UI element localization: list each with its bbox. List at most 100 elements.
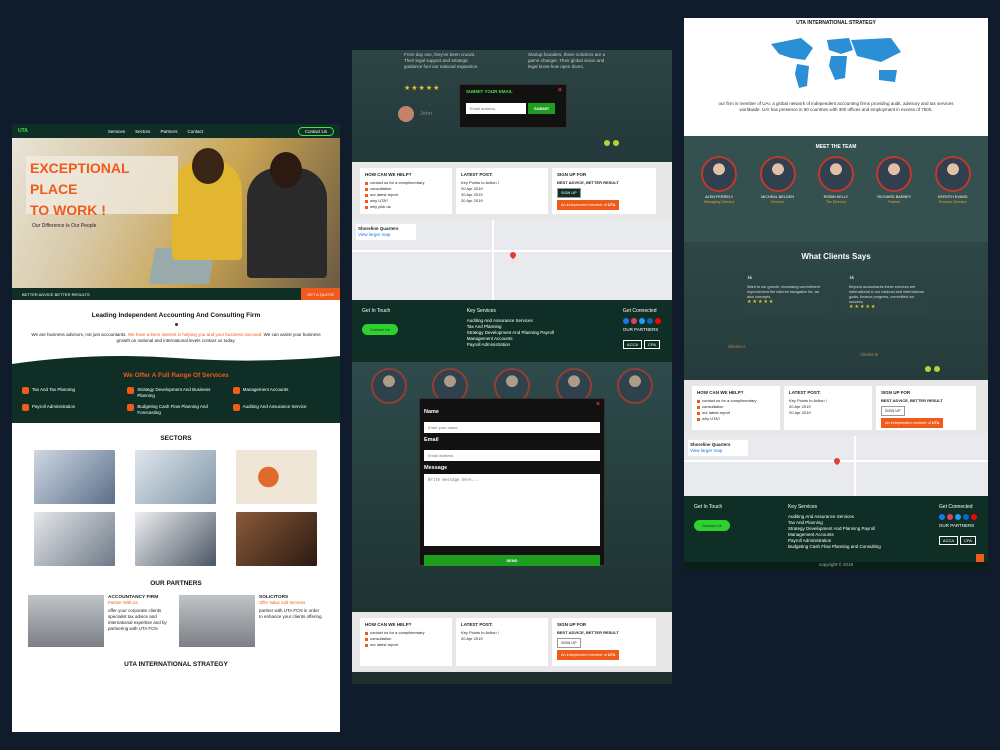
team-row: ALEN FERRELY Managing Director MICHEAL BE… bbox=[684, 150, 988, 211]
strategy-icon bbox=[127, 387, 135, 394]
help-box: HOW CAN WE HELP? contact us for a compli… bbox=[692, 386, 780, 430]
team-member[interactable]: MICHEAL BELDEN Director bbox=[759, 156, 796, 205]
partner-solicitors[interactable]: SOLICITORS Offer Value Add Services part… bbox=[179, 595, 324, 647]
signup-title: SIGN UP FOR bbox=[557, 622, 587, 627]
footer-touch-title: Get In Touch bbox=[362, 308, 391, 314]
client-quote: ❝ Want to our growth, increasing commitme… bbox=[741, 271, 829, 316]
help-item[interactable]: why UTA? bbox=[697, 416, 775, 422]
footer-contact-button[interactable]: Contact Us bbox=[694, 520, 730, 531]
team-member[interactable]: ROBIN KELLY Tax Director bbox=[817, 156, 854, 205]
close-icon[interactable]: × bbox=[596, 401, 600, 408]
signup-title: SIGN UP FOR bbox=[557, 172, 587, 177]
map-pin-icon[interactable] bbox=[832, 456, 842, 466]
footer-touch-title: Get In Touch bbox=[694, 504, 723, 510]
intro-divider bbox=[174, 323, 178, 326]
get-quote-button[interactable]: GET A QUOTE bbox=[301, 288, 340, 300]
sector-photo-gears[interactable] bbox=[236, 450, 317, 504]
service-budgeting[interactable]: Budgeting Cash Flow Planning And Forecas… bbox=[127, 404, 224, 415]
team-member[interactable]: RICHARD BARNEY Partner bbox=[876, 156, 913, 205]
partners-heading: OUR PARTNERS bbox=[150, 580, 202, 587]
strip-text: BETTER ADVICE BETTER RESULTS bbox=[22, 291, 90, 297]
post-item[interactable]: 20 Apr 2019 bbox=[461, 198, 543, 204]
footer-link[interactable]: Budgeting Cash Flow Planning and Consult… bbox=[788, 544, 881, 550]
avatar bbox=[876, 156, 913, 192]
team-member[interactable]: ALEN FERRELY Managing Director bbox=[701, 156, 738, 205]
signup-button[interactable]: SIGN UP bbox=[881, 406, 905, 416]
twitter-icon[interactable] bbox=[638, 318, 645, 324]
nav-contact-button[interactable]: Contact Us bbox=[297, 126, 334, 136]
slider-arrows[interactable] bbox=[604, 140, 619, 146]
team-member bbox=[370, 368, 407, 407]
sector-photo-handshake[interactable] bbox=[34, 512, 115, 566]
hero-text-box: EXCEPTIONAL PLACE TO WORK ! Our Differenc… bbox=[26, 156, 178, 229]
twitter-icon[interactable] bbox=[954, 514, 961, 520]
services-section: We Offer A Full Range Of Services Tax An… bbox=[12, 364, 340, 423]
sector-photo-business[interactable] bbox=[34, 450, 115, 504]
hero-strip: BETTER ADVICE BETTER RESULTS GET A QUOTE bbox=[12, 288, 340, 300]
facebook-icon[interactable] bbox=[622, 318, 629, 324]
partner-photo bbox=[179, 595, 255, 647]
intl-heading: UTA INTERNATIONAL STRATEGY bbox=[796, 20, 876, 26]
facebook-icon[interactable] bbox=[938, 514, 945, 520]
email-input[interactable] bbox=[424, 450, 600, 461]
service-management[interactable]: Management Accounts bbox=[232, 387, 330, 398]
message-textarea[interactable] bbox=[424, 474, 600, 546]
instagram-icon[interactable] bbox=[630, 318, 637, 324]
sector-photo-meeting[interactable] bbox=[135, 512, 216, 566]
avatar bbox=[934, 156, 971, 192]
team-section: MEET THE TEAM ALEN FERRELY Managing Direc… bbox=[684, 136, 988, 242]
social-icons bbox=[622, 318, 662, 324]
signup-subtitle: BEST ADVICE, BETTER RESULT bbox=[557, 180, 619, 185]
help-item[interactable]: our latest report bbox=[365, 642, 447, 648]
instagram-icon[interactable] bbox=[946, 514, 953, 520]
service-tax[interactable]: Tax And Tax Planning bbox=[22, 387, 119, 398]
service-auditing[interactable]: Auditing And Assurance Service bbox=[232, 404, 330, 415]
intl-heading-bottom: UTA INTERNATIONAL STRATEGY bbox=[124, 661, 228, 668]
partners-section: OUR PARTNERS ACCOUNTANCY FIRM Partner Wi… bbox=[12, 570, 340, 647]
youtube-icon[interactable] bbox=[654, 318, 661, 324]
nav-sectors[interactable]: Sectors bbox=[135, 129, 150, 134]
signup-button[interactable]: SIGN UP bbox=[557, 638, 581, 648]
partner-accountancy[interactable]: ACCOUNTANCY FIRM Partner With Us offer y… bbox=[28, 595, 173, 647]
signup-title: SIGN UP FOR bbox=[881, 390, 911, 395]
nav-contact[interactable]: Contact bbox=[187, 129, 203, 134]
quote-icon: ❝ bbox=[849, 275, 855, 286]
post-item[interactable]: 20 Apr 2019 bbox=[461, 636, 543, 642]
footer-key-title: Key Services bbox=[787, 504, 818, 510]
client-author: Clients A bbox=[728, 344, 746, 349]
map-pin-icon[interactable] bbox=[508, 250, 518, 260]
signup-button[interactable]: SIGN UP bbox=[557, 188, 581, 198]
service-payroll[interactable]: Payroll Administration bbox=[22, 404, 119, 415]
team-member[interactable]: KEROTH EVANS Practice Director bbox=[934, 156, 971, 205]
close-icon[interactable]: × bbox=[558, 87, 562, 94]
post-box: LATEST POST: Key Points to Action ! 20 A… bbox=[456, 168, 548, 214]
linkedin-icon[interactable] bbox=[962, 514, 969, 520]
signup-box: SIGN UP FOR BEST ADVICE, BETTER RESULT S… bbox=[552, 618, 656, 666]
site-logo[interactable]: UTA bbox=[18, 128, 28, 134]
nav-partners[interactable]: Partners bbox=[160, 129, 177, 134]
avatar bbox=[701, 156, 738, 192]
chart-icon bbox=[22, 387, 29, 394]
slider-arrows[interactable] bbox=[925, 366, 940, 372]
cpa-badge: CPA bbox=[644, 340, 660, 349]
cpa-badge: CPA bbox=[960, 536, 976, 545]
nav-services[interactable]: Services bbox=[108, 129, 125, 134]
map-embed[interactable]: Shoreline Quarters View larger map bbox=[684, 436, 988, 496]
send-button[interactable]: SEND bbox=[424, 555, 600, 566]
service-strategy[interactable]: Strategy Development And Business Planni… bbox=[127, 387, 224, 398]
name-input[interactable] bbox=[424, 422, 600, 433]
footer-contact-button[interactable]: Contact Us bbox=[362, 324, 398, 335]
sector-photo-desk[interactable] bbox=[236, 512, 317, 566]
sector-photo-office[interactable] bbox=[135, 450, 216, 504]
map-embed[interactable]: Shoreline Quarters View larger map bbox=[352, 220, 672, 300]
post-item[interactable]: 20 Apr 2019 bbox=[789, 410, 867, 416]
youtube-icon[interactable] bbox=[970, 514, 977, 520]
services-heading: We Offer A Full Range Of Services bbox=[123, 372, 229, 379]
newsletter-submit-button[interactable]: SUBMIT bbox=[528, 103, 556, 114]
newsletter-email-input[interactable] bbox=[466, 103, 526, 114]
post-title: LATEST POST: bbox=[789, 390, 821, 395]
linkedin-icon[interactable] bbox=[646, 318, 653, 324]
help-item[interactable]: why pick us bbox=[365, 204, 447, 210]
scroll-top-icon[interactable] bbox=[976, 554, 984, 562]
footer-link[interactable]: Payroll Administration bbox=[467, 342, 554, 348]
